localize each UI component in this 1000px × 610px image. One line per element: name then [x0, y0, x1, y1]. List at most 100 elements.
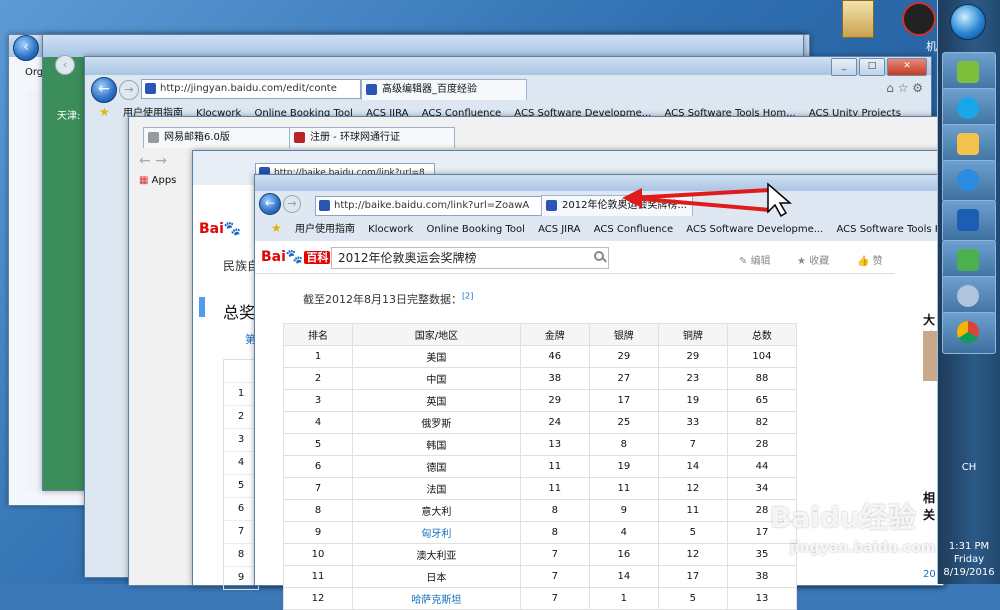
weather-titlebar[interactable]	[43, 35, 803, 57]
table-cell: 5	[657, 587, 728, 610]
table-cell: 12	[657, 477, 728, 500]
table-row: 12 哈萨克斯坦 7 1 5 13	[282, 587, 798, 610]
fav-link[interactable]: Klocwork	[368, 224, 413, 235]
jingyan-forward-button[interactable]: →	[119, 80, 139, 100]
table-row: 2 中国 38 27 23 88	[282, 367, 798, 390]
medal-table-head: 排名 国家/地区 金牌 银牌 铜牌 总数	[282, 323, 798, 346]
baike-logo[interactable]: Bai🐾 百科	[261, 249, 331, 265]
column-header: 总数	[726, 323, 798, 346]
baike-search-value: 2012年伦敦奥运会奖牌榜	[338, 251, 477, 265]
rank-cell: 4	[224, 452, 258, 475]
explorer-back-button[interactable]: ‹	[13, 35, 39, 61]
rank-cell	[224, 360, 258, 383]
fav-link[interactable]: ACS Confluence	[594, 224, 673, 235]
fav-link[interactable]: Online Booking Tool	[426, 224, 524, 235]
home-icon[interactable]: ⌂	[886, 81, 894, 95]
table-row: 7 法国 11 11 12 34	[282, 477, 798, 500]
table-cell: 35	[726, 543, 798, 566]
column-header: 铜牌	[657, 323, 728, 346]
jingyan-close-button[interactable]: ✕	[887, 58, 927, 76]
taskbar-outlook[interactable]	[942, 200, 996, 242]
search-icon[interactable]	[594, 251, 604, 261]
table-row: 3 英国 29 17 19 65	[282, 389, 798, 412]
baike-forward-button[interactable]: →	[283, 195, 301, 213]
fav-link[interactable]: 用户使用指南	[295, 224, 355, 235]
fav-link[interactable]: ACS Software Tools Hom...	[837, 224, 943, 235]
table-cell: 韩国	[352, 433, 521, 456]
table-cell: 11	[657, 499, 728, 522]
explorer-icon	[957, 61, 979, 83]
chrome-apps[interactable]: ▦ Apps	[139, 175, 176, 186]
table-cell: 14	[657, 455, 728, 478]
table-cell: 13	[726, 587, 798, 610]
table-cell: 7	[657, 433, 728, 456]
chrome-nav-arrows: ← →	[139, 153, 167, 169]
table-row: 8 意大利 8 9 11 28	[282, 499, 798, 522]
mouse-cursor-icon	[767, 182, 793, 218]
table-cell: 英国	[352, 389, 521, 412]
page-divider	[255, 273, 895, 274]
baike-search-input[interactable]: 2012年伦敦奥运会奖牌榜	[331, 247, 609, 269]
start-button[interactable]	[950, 4, 986, 40]
collect-button[interactable]: ★ 收藏	[797, 252, 829, 267]
table-cell: 德国	[352, 455, 521, 478]
jingyan-tab[interactable]: 高级编辑器_百度经验	[361, 79, 527, 100]
data-note-ref[interactable]: [2]	[462, 291, 473, 300]
favorites-icon[interactable]: ★	[271, 221, 282, 235]
chrome-back-icon[interactable]: ←	[139, 153, 151, 169]
table-cell: 65	[726, 389, 798, 412]
jingyan-address-text: http://jingyan.baidu.com/edit/conte	[160, 83, 337, 94]
netease-tab[interactable]: 网易邮箱6.0版	[143, 127, 291, 148]
table-cell: 13	[519, 433, 590, 456]
weather-city-label: 天津:	[57, 111, 81, 122]
settings-gear-icon[interactable]: ⚙	[912, 81, 923, 95]
rank-cell: 9	[237, 572, 245, 583]
jingyan-address-bar[interactable]: http://jingyan.baidu.com/edit/conte	[141, 79, 361, 99]
table-cell: 日本	[352, 565, 521, 588]
jingyan-maximize-button[interactable]: □	[859, 58, 885, 76]
table-cell: 16	[588, 543, 659, 566]
edit-button[interactable]: ✎ 编辑	[739, 252, 771, 267]
favorites-star-icon[interactable]: ☆	[898, 81, 909, 95]
table-cell[interactable]: 匈牙利	[352, 521, 521, 544]
table-cell: 46	[519, 345, 590, 368]
jingyan-window-controls: _ □ ✕	[831, 58, 927, 76]
register-tab-title: 注册 - 环球网通行证	[310, 132, 400, 143]
like-button[interactable]: 👍 赞	[857, 252, 883, 267]
data-note-text: 截至2012年8月13日完整数据：	[303, 293, 462, 306]
paw-icon: 🐾	[285, 249, 304, 265]
register-tab[interactable]: 注册 - 环球网通行证	[289, 127, 455, 148]
baike-back-button[interactable]: ←	[259, 193, 281, 215]
jingyan-back-button[interactable]: ←	[91, 77, 117, 103]
favorites-icon[interactable]: ★	[99, 105, 110, 119]
table-cell: 19	[588, 455, 659, 478]
taskbar-chrome[interactable]	[942, 312, 996, 354]
weather-back-button[interactable]: ‹	[55, 55, 75, 75]
chrome-forward-icon[interactable]: →	[155, 153, 167, 169]
register-tab-favicon	[294, 132, 305, 143]
desktop-shortcut[interactable]	[842, 0, 874, 38]
baike-titlebar[interactable]	[255, 175, 943, 191]
baike-address-bar[interactable]: http://baike.baidu.com/link?url=ZoawA	[315, 196, 545, 216]
fav-link[interactable]: ACS JIRA	[538, 224, 580, 235]
table-cell: 美国	[352, 345, 521, 368]
clock[interactable]: 1:31 PM Friday 8/19/2016	[938, 540, 1000, 579]
table-cell[interactable]: 哈萨克斯坦	[352, 587, 521, 610]
system-tray: CH 1:31 PM Friday 8/19/2016	[938, 454, 1000, 584]
taskbar-ie[interactable]	[942, 160, 996, 202]
watermark-url: jingyan.baidu.com	[790, 540, 936, 556]
baike-logo-suffix: 百科	[304, 251, 331, 264]
language-indicator[interactable]: CH	[938, 462, 1000, 473]
table-cell: 2	[282, 367, 354, 390]
baike-back-logo[interactable]: Bai🐾	[199, 221, 241, 237]
table-cell: 25	[588, 411, 659, 434]
table-cell: 6	[282, 455, 354, 478]
fav-link[interactable]: ACS Software Developme...	[686, 224, 823, 235]
ninja-avatar-icon[interactable]	[902, 2, 936, 36]
jingyan-minimize-button[interactable]: _	[831, 58, 857, 76]
taskbar: CH 1:31 PM Friday 8/19/2016	[937, 0, 1000, 584]
baike-tab-favicon	[546, 200, 557, 211]
jingyan-titlebar[interactable]	[85, 57, 931, 75]
table-cell: 19	[657, 389, 728, 412]
rank-cell: 5	[224, 475, 258, 498]
